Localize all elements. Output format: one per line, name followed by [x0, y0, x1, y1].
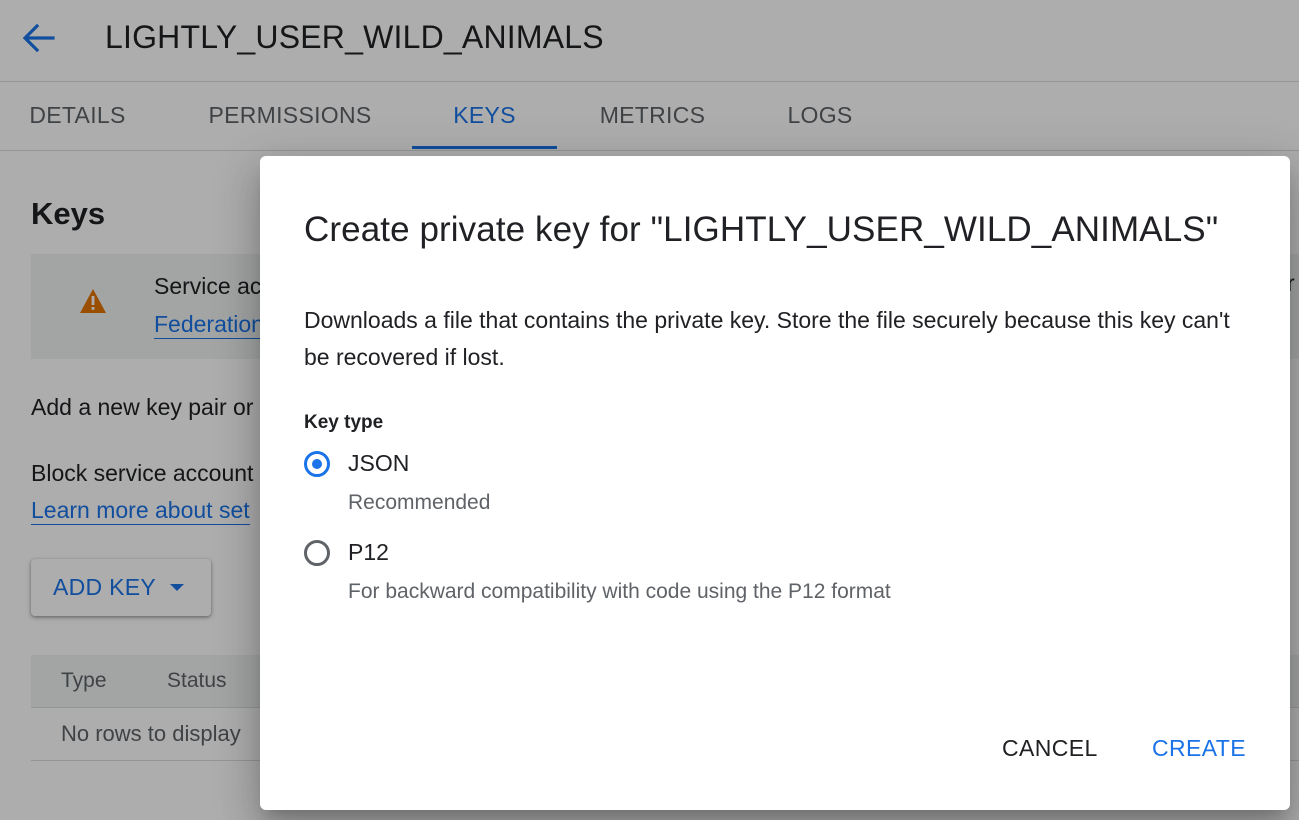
create-button[interactable]: CREATE — [1152, 728, 1246, 768]
create-key-dialog: Create private key for "LIGHTLY_USER_WIL… — [260, 156, 1290, 810]
dialog-title: Create private key for "LIGHTLY_USER_WIL… — [304, 210, 1219, 249]
radio-help-p12: For backward compatibility with code usi… — [348, 580, 891, 603]
radio-option-p12[interactable]: P12 — [304, 539, 389, 566]
key-type-label: Key type — [304, 412, 384, 433]
radio-label-json: JSON — [348, 450, 410, 476]
cancel-button[interactable]: CANCEL — [1002, 728, 1098, 768]
radio-option-json[interactable]: JSON — [304, 450, 409, 477]
radio-button-unchecked-icon[interactable] — [304, 539, 330, 566]
radio-button-checked-icon[interactable] — [304, 450, 330, 477]
radio-label-p12: P12 — [348, 539, 389, 565]
dialog-description: Downloads a file that contains the priva… — [304, 307, 1230, 370]
radio-help-json: Recommended — [348, 491, 491, 514]
